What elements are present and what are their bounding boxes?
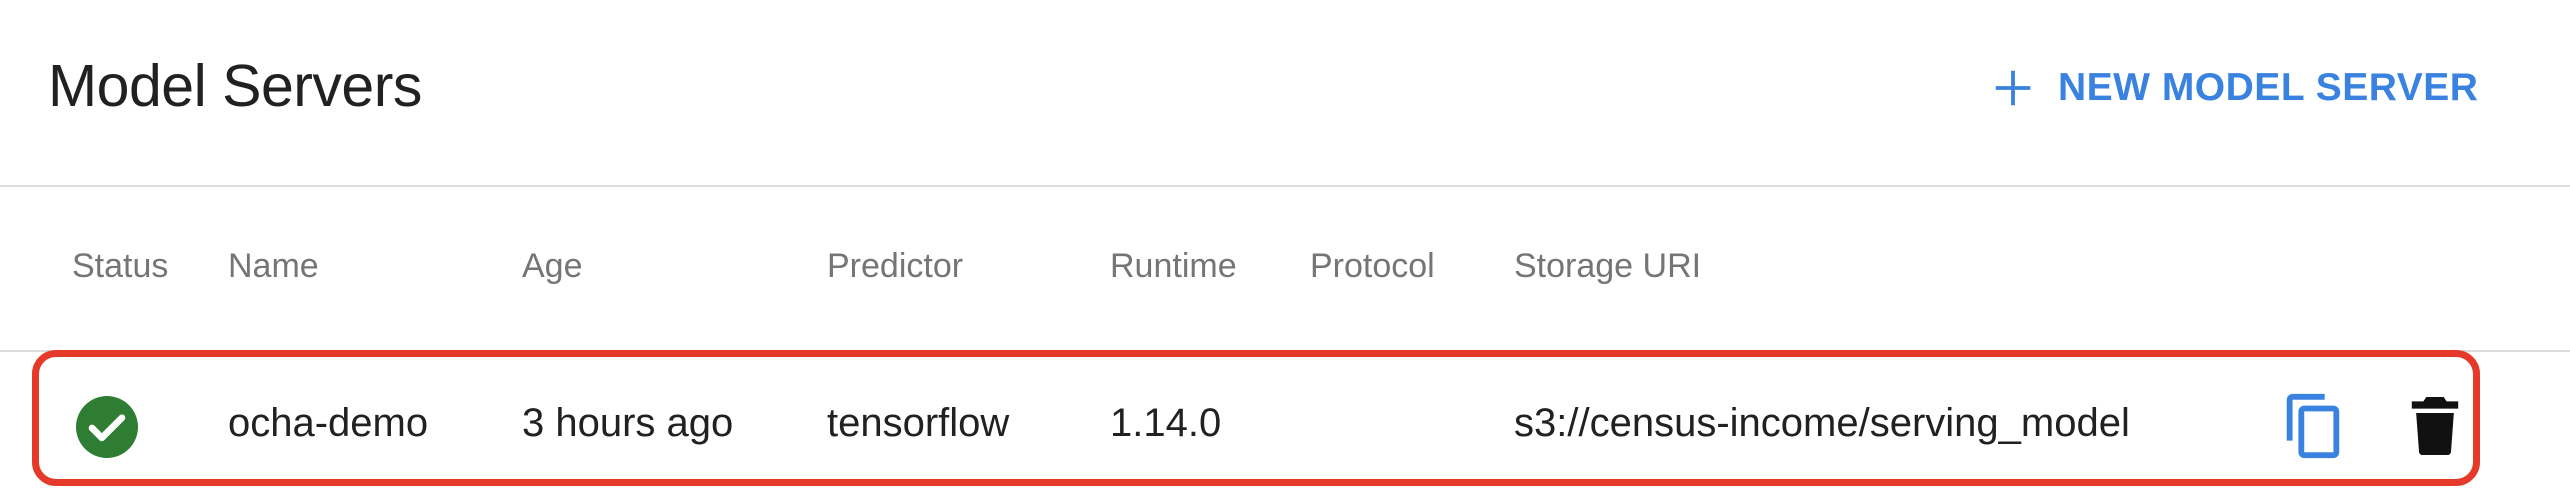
row-runtime: 1.14.0 — [1110, 401, 1222, 445]
column-header-name[interactable]: Name — [228, 247, 319, 286]
plus-icon — [1995, 70, 2031, 106]
page-title: Model Servers — [48, 53, 422, 119]
column-header-predictor[interactable]: Predictor — [827, 247, 963, 286]
column-header-status[interactable]: Status — [72, 247, 168, 286]
column-header-runtime[interactable]: Runtime — [1110, 247, 1237, 286]
row-storage-uri: s3://census-income/serving_model — [1514, 401, 2130, 445]
row-name[interactable]: ocha-demo — [228, 401, 428, 446]
row-age: 3 hours ago — [522, 401, 734, 445]
column-header-storage-uri[interactable]: Storage URI — [1514, 247, 1701, 286]
new-model-server-button[interactable]: NEW MODEL SERVER — [1990, 52, 2478, 124]
new-model-server-label: NEW MODEL SERVER — [2058, 66, 2479, 109]
copy-icon[interactable] — [2283, 391, 2343, 461]
model-servers-page: Model Servers NEW MODEL SERVER Status Na… — [0, 0, 2570, 498]
row-predictor: tensorflow — [827, 401, 1010, 445]
trash-icon[interactable] — [2411, 397, 2459, 455]
check-circle-icon — [76, 396, 138, 458]
table-header-row: Status Name Age Predictor Runtime Protoc… — [0, 187, 2570, 352]
column-header-protocol[interactable]: Protocol — [1310, 247, 1435, 286]
column-header-age[interactable]: Age — [522, 247, 583, 286]
page-header: Model Servers NEW MODEL SERVER — [0, 0, 2570, 187]
